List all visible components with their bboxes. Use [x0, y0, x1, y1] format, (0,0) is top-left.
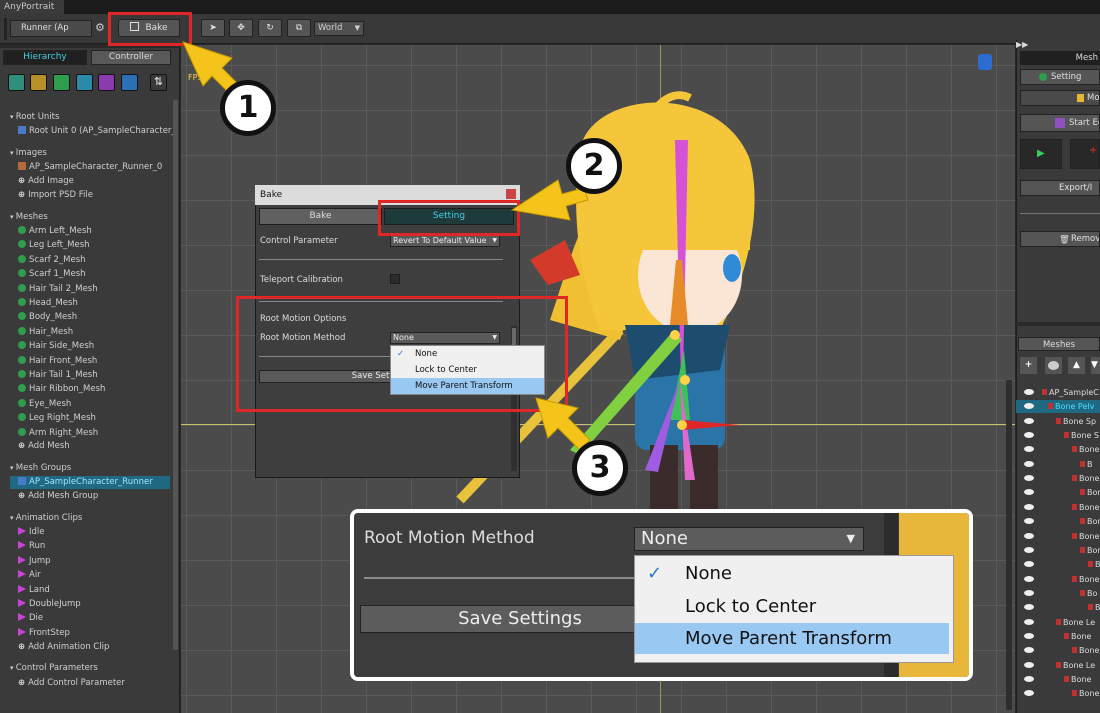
zoom-inset: Root Motion Method None ▼ Save Settings ✓… — [350, 509, 973, 681]
zoom-option-move-parent-transform[interactable]: Move Parent Transform — [635, 623, 949, 654]
callout-3: 3 — [572, 440, 628, 496]
zoom-root-motion-label: Root Motion Method — [364, 528, 535, 548]
callout-2: 2 — [566, 138, 622, 194]
chevron-down-icon: ▼ — [846, 532, 855, 545]
zoom-root-motion-dropdown[interactable]: None ▼ — [634, 527, 864, 551]
check-icon: ✓ — [647, 563, 663, 584]
option-label: None — [685, 563, 732, 584]
zoom-option-lock-to-center[interactable]: Lock to Center — [635, 590, 953, 623]
divider — [364, 577, 634, 579]
zoom-dropdown-value: None — [641, 528, 688, 549]
callout-1: 1 — [220, 80, 276, 136]
zoom-option-none[interactable]: ✓ None — [635, 557, 953, 590]
zoom-save-settings-button[interactable]: Save Settings — [360, 605, 640, 633]
